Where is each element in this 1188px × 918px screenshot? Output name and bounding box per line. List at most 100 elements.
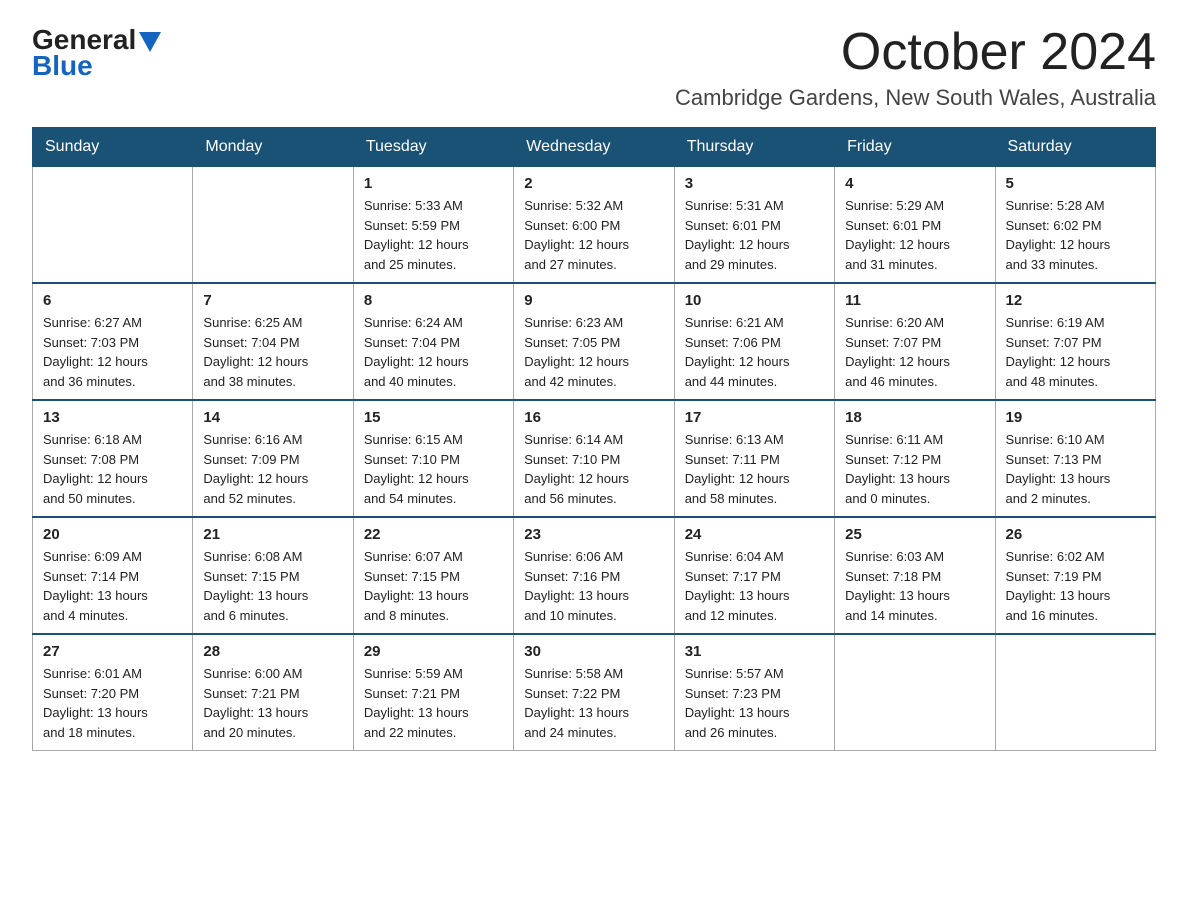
day-number: 1 (364, 175, 503, 192)
day-cell: 17 Sunrise: 6:13 AM Sunset: 7:11 PM Dayli… (674, 400, 834, 517)
day-cell: 18 Sunrise: 6:11 AM Sunset: 7:12 PM Dayli… (835, 400, 995, 517)
day-cell: 16Sunrise: 6:14 AM Sunset: 7:10 PM Dayli… (514, 400, 674, 517)
header-cell-sunday: Sunday (33, 128, 193, 167)
calendar-body: 1 Sunrise: 5:33 AM Sunset: 5:59 PM Daylig… (33, 167, 1156, 751)
day-cell: 19 Sunrise: 6:10 AM Sunset: 7:13 PM Dayli… (995, 400, 1155, 517)
day-number: 17 (685, 409, 824, 426)
day-cell: 23 Sunrise: 6:06 AM Sunset: 7:16 PM Dayli… (514, 517, 674, 634)
day-info: Sunrise: 6:08 AM Sunset: 7:15 PM Dayligh… (203, 547, 342, 625)
day-number: 4 (845, 175, 984, 192)
day-info: Sunrise: 5:31 AM Sunset: 6:01 PM Dayligh… (685, 196, 824, 274)
day-number: 27 (43, 643, 182, 660)
day-info: Sunrise: 5:59 AM Sunset: 7:21 PM Dayligh… (364, 664, 503, 742)
day-cell: 25Sunrise: 6:03 AM Sunset: 7:18 PM Dayli… (835, 517, 995, 634)
header-cell-monday: Monday (193, 128, 353, 167)
day-info: Sunrise: 6:23 AM Sunset: 7:05 PM Dayligh… (524, 313, 663, 391)
week-row-3: 13 Sunrise: 6:18 AM Sunset: 7:08 PM Dayli… (33, 400, 1156, 517)
subtitle: Cambridge Gardens, New South Wales, Aust… (675, 85, 1156, 111)
day-info: Sunrise: 6:07 AM Sunset: 7:15 PM Dayligh… (364, 547, 503, 625)
day-info: Sunrise: 6:15 AM Sunset: 7:10 PM Dayligh… (364, 430, 503, 508)
day-info: Sunrise: 6:20 AM Sunset: 7:07 PM Dayligh… (845, 313, 984, 391)
day-info: Sunrise: 6:13 AM Sunset: 7:11 PM Dayligh… (685, 430, 824, 508)
calendar-header: SundayMondayTuesdayWednesdayThursdayFrid… (33, 128, 1156, 167)
day-info: Sunrise: 6:21 AM Sunset: 7:06 PM Dayligh… (685, 313, 824, 391)
header-cell-saturday: Saturday (995, 128, 1155, 167)
week-row-2: 6 Sunrise: 6:27 AM Sunset: 7:03 PM Daylig… (33, 283, 1156, 400)
day-number: 20 (43, 526, 182, 543)
day-number: 21 (203, 526, 342, 543)
header-cell-wednesday: Wednesday (514, 128, 674, 167)
day-cell: 7 Sunrise: 6:25 AM Sunset: 7:04 PM Daylig… (193, 283, 353, 400)
day-number: 5 (1006, 175, 1145, 192)
day-info: Sunrise: 5:57 AM Sunset: 7:23 PM Dayligh… (685, 664, 824, 742)
main-title: October 2024 (675, 24, 1156, 81)
day-number: 6 (43, 292, 182, 309)
day-cell: 5Sunrise: 5:28 AM Sunset: 6:02 PM Daylig… (995, 167, 1155, 284)
day-number: 29 (364, 643, 503, 660)
day-info: Sunrise: 6:14 AM Sunset: 7:10 PM Dayligh… (524, 430, 663, 508)
day-cell: 4 Sunrise: 5:29 AM Sunset: 6:01 PM Daylig… (835, 167, 995, 284)
day-number: 11 (845, 292, 984, 309)
header-row: SundayMondayTuesdayWednesdayThursdayFrid… (33, 128, 1156, 167)
day-number: 12 (1006, 292, 1145, 309)
day-cell: 10 Sunrise: 6:21 AM Sunset: 7:06 PM Dayli… (674, 283, 834, 400)
day-number: 19 (1006, 409, 1145, 426)
day-cell: 1 Sunrise: 5:33 AM Sunset: 5:59 PM Daylig… (353, 167, 513, 284)
logo: General Blue (32, 24, 161, 82)
title-block: October 2024 Cambridge Gardens, New Sout… (675, 24, 1156, 111)
day-info: Sunrise: 6:19 AM Sunset: 7:07 PM Dayligh… (1006, 313, 1145, 391)
header-cell-tuesday: Tuesday (353, 128, 513, 167)
day-info: Sunrise: 6:27 AM Sunset: 7:03 PM Dayligh… (43, 313, 182, 391)
day-number: 2 (524, 175, 663, 192)
logo-triangle-icon (139, 32, 161, 52)
day-number: 30 (524, 643, 663, 660)
day-number: 3 (685, 175, 824, 192)
day-info: Sunrise: 6:09 AM Sunset: 7:14 PM Dayligh… (43, 547, 182, 625)
week-row-4: 20 Sunrise: 6:09 AM Sunset: 7:14 PM Dayli… (33, 517, 1156, 634)
day-cell (193, 167, 353, 284)
day-cell: 27Sunrise: 6:01 AM Sunset: 7:20 PM Dayli… (33, 634, 193, 751)
day-cell: 29 Sunrise: 5:59 AM Sunset: 7:21 PM Dayli… (353, 634, 513, 751)
header-cell-friday: Friday (835, 128, 995, 167)
day-number: 13 (43, 409, 182, 426)
day-number: 7 (203, 292, 342, 309)
day-cell: 11 Sunrise: 6:20 AM Sunset: 7:07 PM Dayli… (835, 283, 995, 400)
day-cell: 26 Sunrise: 6:02 AM Sunset: 7:19 PM Dayli… (995, 517, 1155, 634)
day-cell: 6 Sunrise: 6:27 AM Sunset: 7:03 PM Daylig… (33, 283, 193, 400)
day-cell: 12 Sunrise: 6:19 AM Sunset: 7:07 PM Dayli… (995, 283, 1155, 400)
day-info: Sunrise: 6:25 AM Sunset: 7:04 PM Dayligh… (203, 313, 342, 391)
logo-text-blue: Blue (32, 50, 93, 82)
day-cell: 9Sunrise: 6:23 AM Sunset: 7:05 PM Daylig… (514, 283, 674, 400)
day-info: Sunrise: 6:16 AM Sunset: 7:09 PM Dayligh… (203, 430, 342, 508)
day-number: 26 (1006, 526, 1145, 543)
day-cell: 14 Sunrise: 6:16 AM Sunset: 7:09 PM Dayli… (193, 400, 353, 517)
day-number: 31 (685, 643, 824, 660)
day-info: Sunrise: 6:18 AM Sunset: 7:08 PM Dayligh… (43, 430, 182, 508)
day-info: Sunrise: 5:33 AM Sunset: 5:59 PM Dayligh… (364, 196, 503, 274)
day-info: Sunrise: 5:58 AM Sunset: 7:22 PM Dayligh… (524, 664, 663, 742)
day-number: 23 (524, 526, 663, 543)
day-cell: 22 Sunrise: 6:07 AM Sunset: 7:15 PM Dayli… (353, 517, 513, 634)
day-cell (835, 634, 995, 751)
page-header: General Blue October 2024 Cambridge Gard… (32, 24, 1156, 111)
day-info: Sunrise: 6:24 AM Sunset: 7:04 PM Dayligh… (364, 313, 503, 391)
day-number: 18 (845, 409, 984, 426)
day-cell: 28Sunrise: 6:00 AM Sunset: 7:21 PM Dayli… (193, 634, 353, 751)
day-info: Sunrise: 5:29 AM Sunset: 6:01 PM Dayligh… (845, 196, 984, 274)
week-row-1: 1 Sunrise: 5:33 AM Sunset: 5:59 PM Daylig… (33, 167, 1156, 284)
day-info: Sunrise: 6:02 AM Sunset: 7:19 PM Dayligh… (1006, 547, 1145, 625)
day-cell: 31 Sunrise: 5:57 AM Sunset: 7:23 PM Dayli… (674, 634, 834, 751)
day-cell: 15 Sunrise: 6:15 AM Sunset: 7:10 PM Dayli… (353, 400, 513, 517)
day-info: Sunrise: 6:11 AM Sunset: 7:12 PM Dayligh… (845, 430, 984, 508)
day-number: 14 (203, 409, 342, 426)
day-cell: 30 Sunrise: 5:58 AM Sunset: 7:22 PM Dayli… (514, 634, 674, 751)
day-number: 22 (364, 526, 503, 543)
day-info: Sunrise: 6:06 AM Sunset: 7:16 PM Dayligh… (524, 547, 663, 625)
day-number: 25 (845, 526, 984, 543)
day-number: 15 (364, 409, 503, 426)
day-info: Sunrise: 6:10 AM Sunset: 7:13 PM Dayligh… (1006, 430, 1145, 508)
day-number: 10 (685, 292, 824, 309)
day-cell (995, 634, 1155, 751)
day-cell: 24Sunrise: 6:04 AM Sunset: 7:17 PM Dayli… (674, 517, 834, 634)
day-info: Sunrise: 6:00 AM Sunset: 7:21 PM Dayligh… (203, 664, 342, 742)
